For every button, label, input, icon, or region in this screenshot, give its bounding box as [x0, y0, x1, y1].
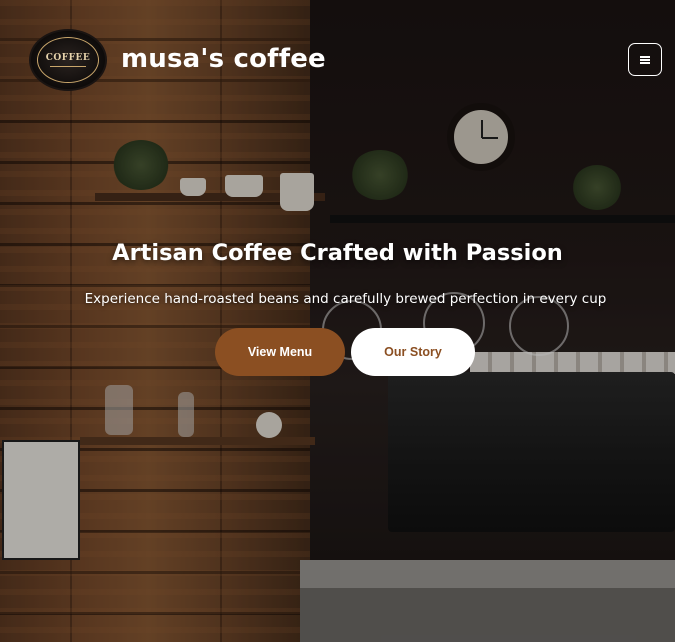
view-menu-button[interactable]: View Menu [215, 328, 345, 376]
logo-badge: COFFEE [37, 37, 99, 83]
logo[interactable]: COFFEE [29, 29, 107, 91]
hero-subtitle: Experience hand-roasted beans and carefu… [84, 291, 607, 307]
brand-name[interactable]: musa's coffee [121, 44, 326, 74]
hero-title: Artisan Coffee Crafted with Passion [112, 240, 563, 266]
our-story-button[interactable]: Our Story [351, 328, 475, 376]
hamburger-menu-button[interactable] [628, 43, 662, 76]
dark-overlay [0, 0, 675, 642]
hero-background [0, 0, 675, 642]
logo-rule [50, 66, 86, 67]
hamburger-menu-icon [640, 55, 650, 64]
logo-text: COFFEE [45, 53, 91, 63]
